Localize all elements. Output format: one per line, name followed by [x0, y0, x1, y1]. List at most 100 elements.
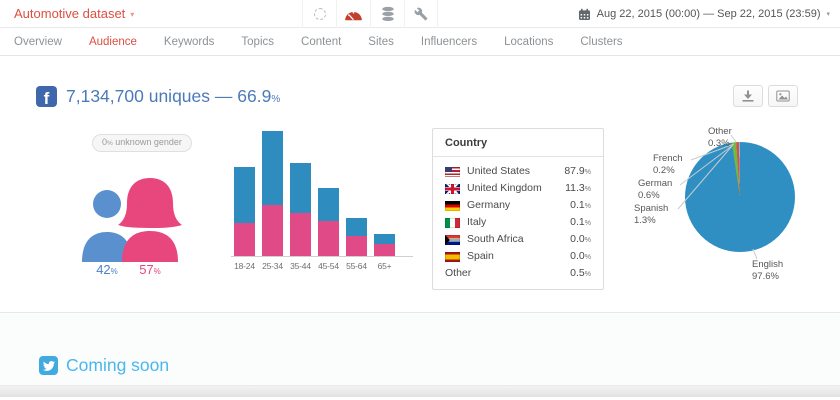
pie-label-french: French 0.2% — [653, 153, 683, 176]
percent-symbol: % — [584, 270, 591, 278]
age-bar-female-segment — [346, 236, 367, 256]
twitter-audience-panel: Coming soon — [0, 313, 840, 385]
country-percentage: 11.3% — [565, 181, 591, 194]
age-bar-18-24[interactable] — [234, 166, 255, 256]
age-bar-55-64[interactable] — [346, 218, 367, 256]
database-glyph — [381, 6, 394, 21]
age-bar-female-segment — [234, 222, 255, 256]
tab-keywords[interactable]: Keywords — [164, 36, 215, 48]
tab-audience[interactable]: Audience — [89, 36, 137, 48]
country-name: United States — [467, 165, 531, 177]
chevron-down-icon: ▾ — [826, 11, 830, 18]
age-axis-label: 25-34 — [262, 261, 283, 271]
facebook-uniques-title: 7,134,700 uniques — 66.9% — [66, 86, 281, 106]
topbar-icon-group — [302, 0, 438, 28]
refresh-icon[interactable] — [302, 0, 336, 28]
country-percentage: 0.1% — [570, 215, 591, 228]
chevron-down-icon: ▾ — [130, 10, 135, 19]
footer-strip — [0, 385, 840, 397]
unknown-gender-badge: 0% unknown gender — [92, 134, 192, 152]
age-bar-male-segment — [346, 218, 367, 236]
age-axis-label: 65+ — [377, 261, 392, 271]
twitter-bird-glyph — [42, 360, 55, 371]
country-percentage: 0.5% — [570, 266, 591, 279]
percent-symbol: % — [584, 236, 591, 244]
tab-topics[interactable]: Topics — [241, 36, 274, 48]
us-flag-icon — [445, 166, 460, 177]
age-bar-male-segment — [290, 162, 311, 213]
main-nav: Overview Audience Keywords Topics Conten… — [0, 28, 840, 56]
tab-influencers[interactable]: Influencers — [421, 36, 477, 48]
wrench-glyph — [414, 7, 428, 21]
percent-symbol: % — [584, 253, 591, 261]
country-percentage: 0.0% — [570, 249, 591, 262]
country-row-spain: Spain 0.0% — [433, 248, 603, 265]
date-range-label: Aug 22, 2015 (00:00) — Sep 22, 2015 (23:… — [596, 8, 821, 20]
female-silhouette — [118, 178, 182, 262]
export-image-button[interactable] — [768, 85, 798, 107]
age-bar-65+[interactable] — [374, 233, 395, 256]
speedometer-glyph — [345, 11, 362, 20]
pie-label-value: 0.6% — [638, 189, 660, 201]
percent-symbol: % — [584, 168, 591, 176]
country-name: Germany — [467, 199, 511, 211]
tab-content[interactable]: Content — [301, 36, 341, 48]
za-flag-icon — [445, 234, 460, 245]
country-row-united-kingdom: United Kingdom 11.3% — [433, 180, 603, 197]
age-bar-female-segment — [374, 243, 395, 256]
date-range-selector[interactable]: Aug 22, 2015 (00:00) — Sep 22, 2015 (23:… — [578, 0, 830, 28]
age-axis-label: 55-64 — [346, 261, 367, 271]
age-bar-35-44[interactable] — [290, 162, 311, 256]
age-bar-25-34[interactable] — [262, 131, 283, 256]
country-row-italy: Italy 0.1% — [433, 214, 603, 231]
pie-label-value: 1.3% — [634, 214, 656, 226]
pie-label-name: Spanish — [634, 203, 669, 214]
facebook-audience-panel: f 7,134,700 uniques — 66.9% 0% unknown g… — [0, 56, 840, 313]
dataset-selector[interactable]: Automotive dataset ▾ — [14, 0, 134, 29]
twitter-header: Coming soon — [39, 355, 169, 376]
database-icon[interactable] — [370, 0, 404, 28]
country-percentage: 87.9% — [564, 164, 591, 177]
image-icon — [776, 90, 790, 102]
pie-label-name: English — [752, 259, 784, 270]
age-axis-label: 35-44 — [290, 261, 311, 271]
language-pie-panel: English 97.6% Spanish 1.3% German 0.6% French 0… — [620, 113, 840, 303]
age-bar-45-54[interactable] — [318, 188, 339, 256]
export-buttons — [733, 85, 798, 107]
tab-locations[interactable]: Locations — [504, 36, 553, 48]
gb-flag-icon — [445, 183, 460, 194]
it-flag-icon — [445, 217, 460, 228]
age-bar-female-segment — [262, 205, 283, 256]
leader-line-english — [752, 248, 758, 260]
age-bar-labels: 18-24 25-34 35-44 45-54 55-64 65+ — [234, 261, 395, 271]
pie-label-name: Other — [708, 126, 732, 137]
wrench-icon[interactable] — [404, 0, 438, 28]
language-pie-chart[interactable] — [685, 142, 795, 252]
country-row-south-africa: South Africa 0.0% — [433, 231, 603, 248]
es-flag-icon — [445, 251, 460, 262]
country-percentage: 0.1% — [570, 198, 591, 211]
gender-silhouettes — [82, 178, 182, 262]
age-axis-label: 45-54 — [318, 261, 339, 271]
download-icon — [742, 90, 754, 102]
country-table: Country United States 87.9% United Kingdom… — [432, 128, 604, 290]
pie-label-english: English 97.6% — [752, 259, 783, 282]
tab-clusters[interactable]: Clusters — [580, 36, 622, 48]
age-bar-female-segment — [318, 221, 339, 256]
download-button[interactable] — [733, 85, 763, 107]
female-percentage: 57% — [139, 262, 161, 277]
dashboard-icon[interactable] — [336, 0, 370, 28]
country-percentage: 0.0% — [570, 232, 591, 245]
age-bar-male-segment — [374, 233, 395, 244]
pie-label-other: Other 0.3% — [708, 126, 732, 149]
age-chart-axis — [231, 256, 413, 257]
age-bar-male-segment — [234, 166, 255, 223]
country-row-germany: Germany 0.1% — [433, 197, 603, 214]
pie-label-german: German 0.6% — [638, 178, 672, 201]
country-rows: United States 87.9% United Kingdom 11.3% Ger… — [433, 157, 603, 289]
tab-sites[interactable]: Sites — [368, 36, 394, 48]
calendar-icon — [578, 8, 590, 20]
tab-overview[interactable]: Overview — [14, 36, 62, 48]
pie-label-value: 0.3% — [708, 137, 730, 149]
percent-symbol: % — [584, 202, 591, 210]
